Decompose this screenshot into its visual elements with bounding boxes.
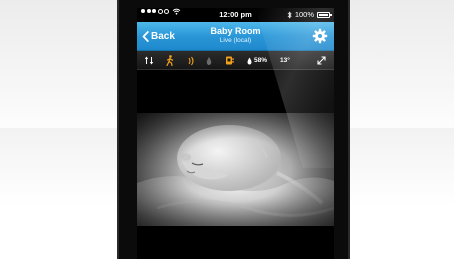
back-label: Back [151,30,175,42]
phone-device: 12:00 pm 100% Back Baby Room Live (local… [117,0,350,259]
baby-camera-feed[interactable] [137,113,334,226]
expand-icon[interactable] [317,55,326,66]
status-bar: 12:00 pm 100% [137,8,334,22]
battery-icon [317,12,332,18]
nav-bar: Back Baby Room Live (local) [137,22,334,51]
motion-person-icon[interactable] [166,55,174,66]
back-button[interactable]: Back [142,28,175,44]
status-right: 100% [287,8,332,22]
drop-icon[interactable] [206,55,212,66]
temperature-reading: 13° [280,55,290,66]
arrows-updown-icon[interactable] [144,55,154,66]
video-area [137,70,334,259]
page-subtitle: Live (local) [219,37,252,44]
humidity-value: 58% [254,57,268,64]
baby-sleeping-image [137,113,334,226]
sound-waves-icon[interactable] [187,55,196,66]
battery-percent: 100% [294,10,314,19]
humidity-drop-icon [247,57,252,64]
chevron-left-icon [142,30,149,42]
humidity-reading: 58% [247,55,267,66]
gear-icon[interactable] [312,28,328,44]
bluetooth-icon [287,11,292,19]
temperature-value: 13° [280,57,290,64]
phone-screen: 12:00 pm 100% Back Baby Room Live (local… [137,8,334,259]
page-title: Baby Room [210,26,261,36]
sensor-toolbar: 58% 13° [137,51,334,70]
light-plug-icon[interactable] [225,55,235,66]
